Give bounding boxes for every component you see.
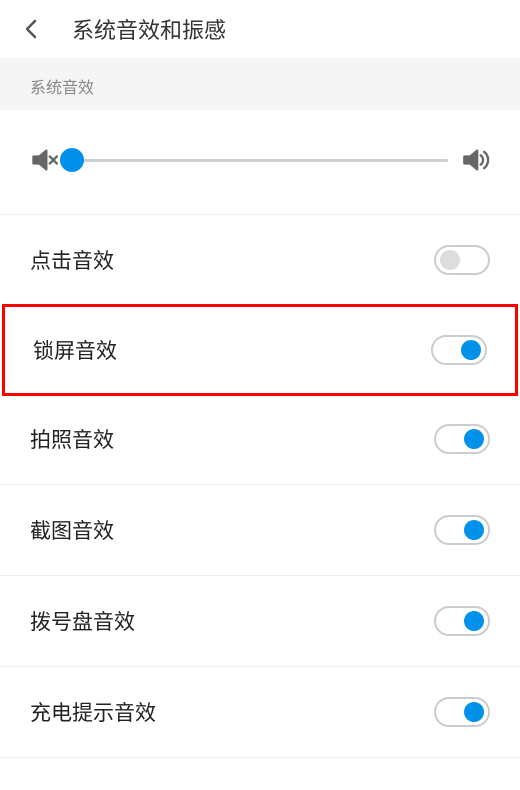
header: 系统音效和振感 xyxy=(0,0,520,58)
volume-loud-icon xyxy=(462,146,490,174)
setting-label: 截图音效 xyxy=(30,515,114,545)
volume-slider-row xyxy=(0,110,520,215)
setting-row[interactable]: 充电提示音效 xyxy=(0,667,520,758)
setting-label: 拍照音效 xyxy=(30,424,114,454)
setting-row[interactable]: 拍照音效 xyxy=(0,394,520,485)
toggle-thumb xyxy=(440,250,460,270)
setting-label: 点击音效 xyxy=(30,245,114,275)
page-title: 系统音效和振感 xyxy=(72,13,226,45)
toggle-thumb xyxy=(464,520,484,540)
toggle-switch[interactable] xyxy=(434,515,490,545)
setting-row[interactable]: 锁屏音效 xyxy=(5,307,515,393)
setting-label: 拨号盘音效 xyxy=(30,606,135,636)
toggle-thumb xyxy=(461,340,481,360)
volume-slider[interactable] xyxy=(72,159,448,162)
toggle-thumb xyxy=(464,611,484,631)
back-icon[interactable] xyxy=(20,17,44,41)
setting-row[interactable]: 拨号盘音效 xyxy=(0,576,520,667)
setting-label: 锁屏音效 xyxy=(33,335,117,365)
toggle-switch[interactable] xyxy=(434,424,490,454)
slider-thumb[interactable] xyxy=(60,148,84,172)
toggle-thumb xyxy=(464,702,484,722)
toggle-switch[interactable] xyxy=(431,335,487,365)
toggle-switch[interactable] xyxy=(434,245,490,275)
setting-row[interactable]: 点击音效 xyxy=(0,215,520,306)
setting-label: 充电提示音效 xyxy=(30,697,156,727)
highlight-box: 锁屏音效 xyxy=(2,304,518,396)
toggle-switch[interactable] xyxy=(434,606,490,636)
section-header: 系统音效 xyxy=(0,58,520,110)
setting-row[interactable]: 截图音效 xyxy=(0,485,520,576)
volume-mute-icon xyxy=(30,146,58,174)
toggle-thumb xyxy=(464,429,484,449)
toggle-switch[interactable] xyxy=(434,697,490,727)
